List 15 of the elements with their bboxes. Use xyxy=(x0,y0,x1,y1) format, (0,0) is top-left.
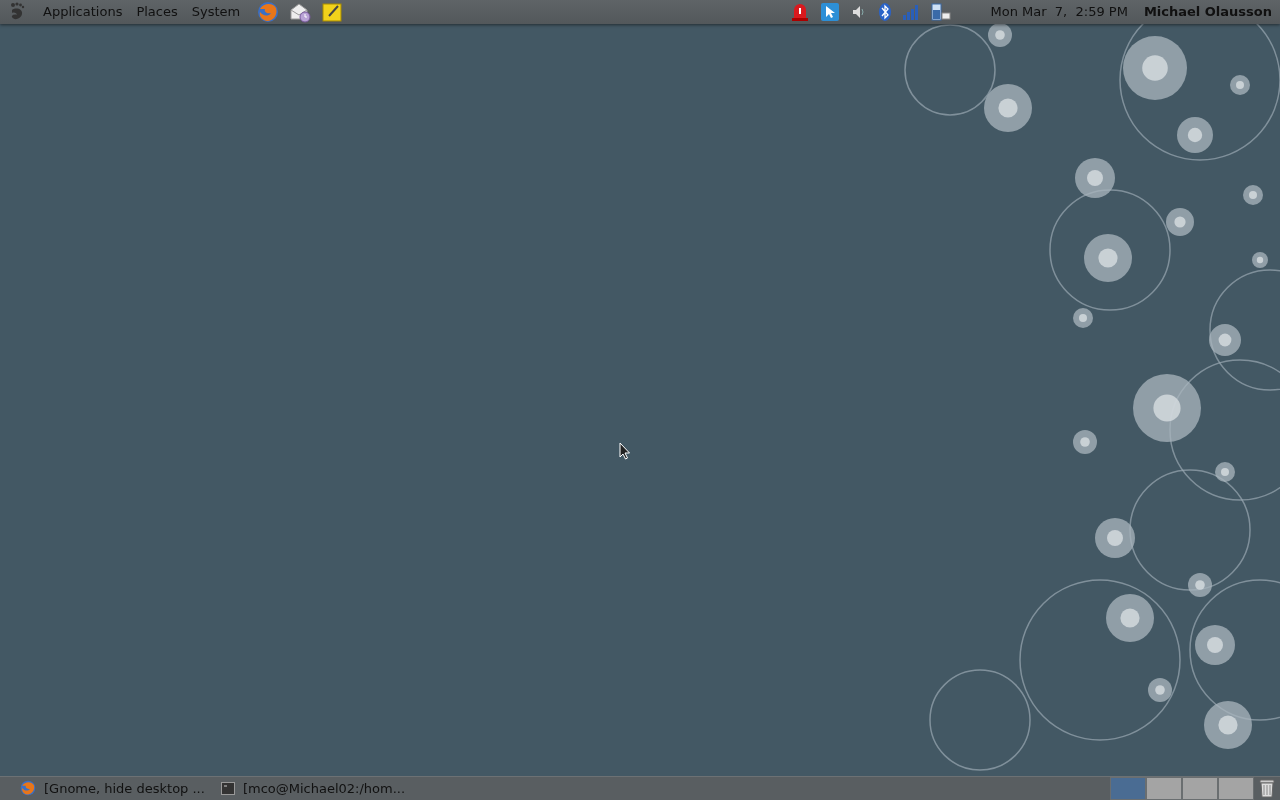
menu-item[interactable]: Applications xyxy=(36,4,130,20)
clock[interactable]: Mon Mar 7, 2:59 PM xyxy=(990,4,1128,20)
taskbar-button[interactable]: [Gnome, hide desktop ... xyxy=(14,777,211,800)
globe-fox-icon xyxy=(20,780,36,797)
menu-item[interactable]: System xyxy=(184,4,248,20)
user-name[interactable]: Michael Olausson xyxy=(1143,4,1272,20)
bluetooth-icon[interactable] xyxy=(878,1,893,22)
battery-plug-icon[interactable] xyxy=(930,0,953,23)
terminal-icon xyxy=(220,781,235,795)
taskbar-button[interactable]: [mco@Michael02:/hom... xyxy=(214,777,412,800)
mouse-pointer-icon xyxy=(619,441,631,460)
notepad-pencil-icon[interactable] xyxy=(321,0,344,23)
trash-can-icon[interactable] xyxy=(1258,778,1276,799)
alert-siren-icon[interactable] xyxy=(790,1,811,22)
menu-item[interactable]: Places xyxy=(129,4,185,20)
